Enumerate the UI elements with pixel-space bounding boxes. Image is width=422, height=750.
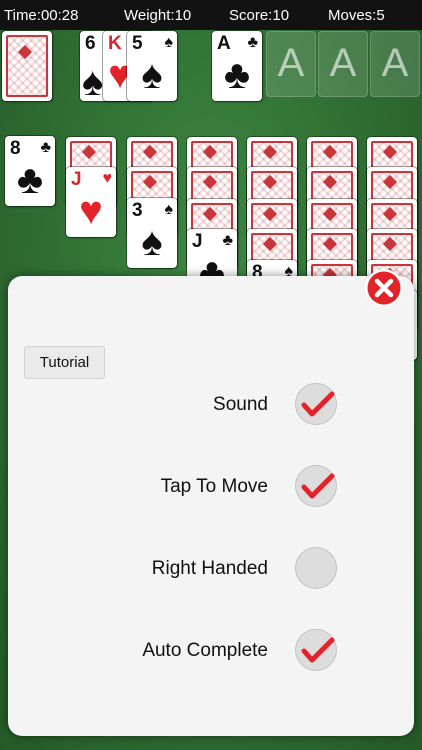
club-suit-icon: ♣ bbox=[222, 232, 234, 249]
spade-suit-icon: ♠ bbox=[141, 220, 163, 264]
settings-panel: Tutorial Sound Tap To Move Right Handed … bbox=[8, 269, 414, 736]
score-readout: Score:10 bbox=[229, 7, 290, 24]
stock-pile[interactable] bbox=[2, 31, 52, 101]
card-rank: J bbox=[71, 169, 82, 190]
card-rank: 6 bbox=[85, 33, 96, 54]
club-suit-icon: ♣ bbox=[247, 34, 259, 51]
checkmark-icon bbox=[301, 637, 335, 663]
card-rank: A bbox=[217, 33, 231, 54]
auto-complete-label: Auto Complete bbox=[142, 640, 268, 661]
sound-label: Sound bbox=[213, 394, 268, 415]
close-icon bbox=[365, 269, 403, 307]
card-rank: 5 bbox=[132, 33, 143, 54]
time-readout: Time:00:28 bbox=[4, 7, 79, 24]
tap-to-move-label: Tap To Move bbox=[160, 476, 268, 497]
foundation-empty-3[interactable]: A bbox=[370, 31, 420, 97]
card-rank: 3 bbox=[132, 200, 143, 221]
spade-suit-icon: ♠ bbox=[141, 53, 163, 97]
tap-to-move-checkbox[interactable] bbox=[295, 465, 337, 507]
right-handed-checkbox[interactable] bbox=[295, 547, 337, 589]
tutorial-button[interactable]: Tutorial bbox=[24, 346, 105, 379]
checkmark-icon bbox=[301, 473, 335, 499]
foundation-empty-1[interactable]: A bbox=[266, 31, 316, 97]
sound-checkbox[interactable] bbox=[295, 383, 337, 425]
status-bar: Time:00:28 Weight:10 Score:10 Moves:5 bbox=[0, 0, 422, 30]
checkmark-icon bbox=[301, 391, 335, 417]
heart-suit-icon: ♥ bbox=[79, 189, 103, 233]
spade-suit-icon: ♠ bbox=[164, 201, 174, 218]
club-suit-icon: ♣ bbox=[16, 158, 44, 202]
right-handed-label: Right Handed bbox=[151, 558, 268, 579]
tableau-col-3-top-card[interactable]: 3 ♠ ♠ bbox=[127, 198, 177, 268]
tableau-col-1-top-card[interactable]: 8 ♣ ♣ bbox=[5, 136, 55, 206]
foundation-empty-2[interactable]: A bbox=[318, 31, 368, 97]
weight-readout: Weight:10 bbox=[124, 7, 192, 24]
tableau-col-2-top-card[interactable]: J ♥ ♥ bbox=[66, 167, 116, 237]
moves-readout: Moves:5 bbox=[328, 7, 385, 24]
card-rank: 8 bbox=[10, 138, 21, 159]
club-suit-icon: ♣ bbox=[40, 139, 52, 156]
heart-suit-icon: ♥ bbox=[102, 170, 113, 187]
club-suit-icon: ♣ bbox=[223, 53, 251, 97]
close-button[interactable] bbox=[364, 268, 404, 308]
waste-card-top[interactable]: 5 ♠ ♠ bbox=[127, 31, 177, 101]
foundation-clubs[interactable]: A ♣ ♣ bbox=[212, 31, 262, 101]
auto-complete-checkbox[interactable] bbox=[295, 629, 337, 671]
spade-suit-icon: ♠ bbox=[164, 34, 174, 51]
card-rank: J bbox=[192, 231, 203, 252]
card-rank: K bbox=[108, 33, 122, 54]
